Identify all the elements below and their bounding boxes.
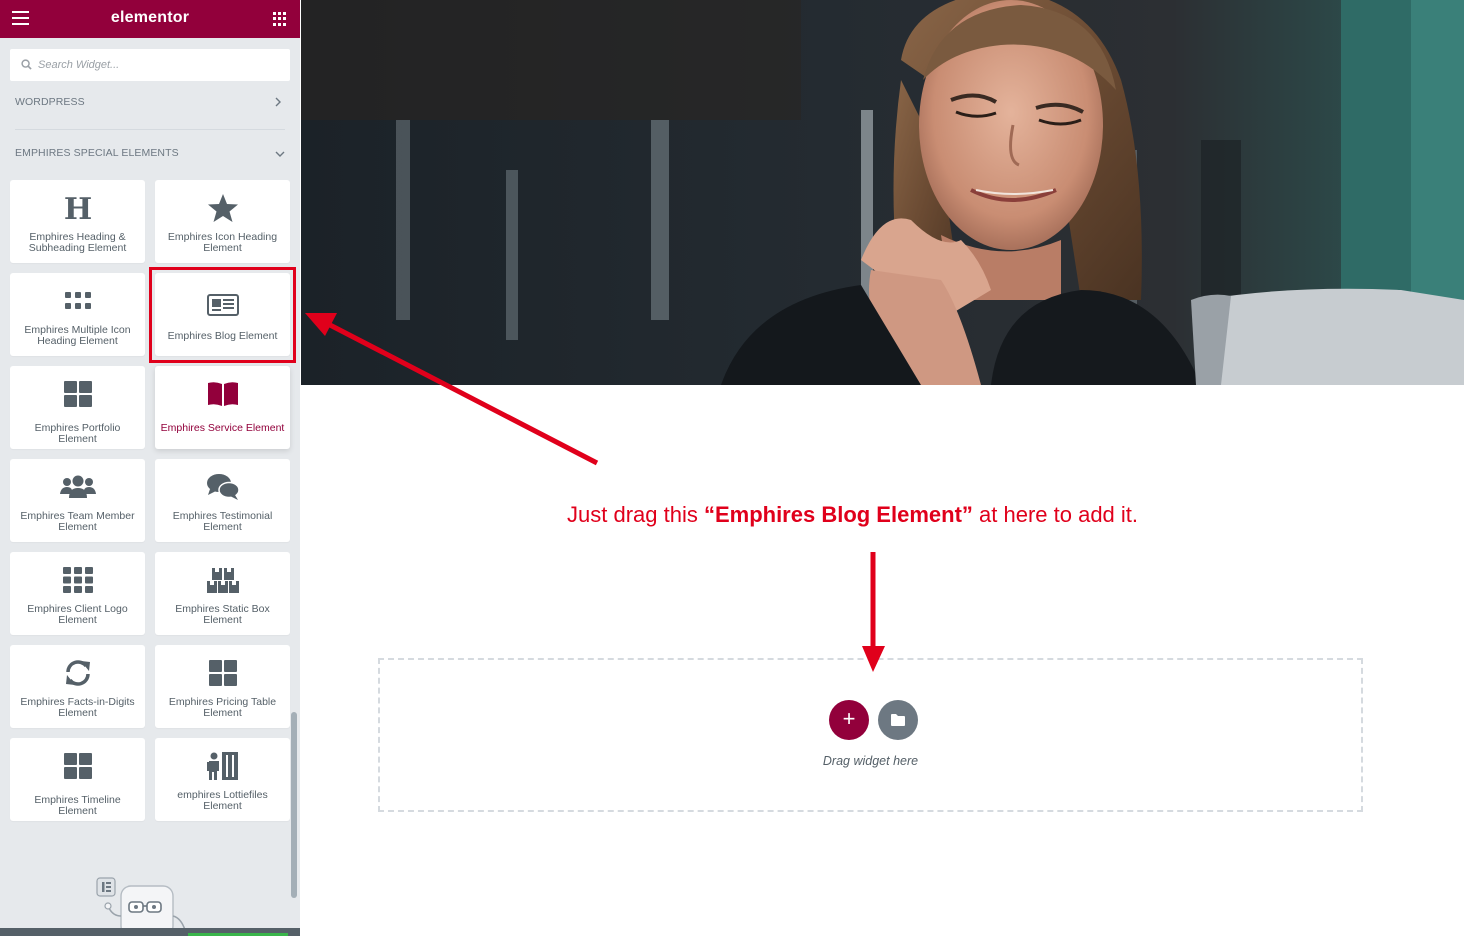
book-open-icon [155, 378, 290, 410]
widget-title: Emphires Static Box Element [175, 603, 270, 626]
instruction-prefix: Just drag this [567, 502, 704, 527]
search-icon [21, 59, 32, 70]
category-label: EMPHIRES SPECIAL ELEMENTS [15, 147, 179, 159]
drop-zone[interactable]: + Drag widget here [378, 658, 1363, 812]
widget-emphires-testimonial[interactable]: Emphires Testimonial Element [155, 459, 290, 542]
widget-emphires-pricing-table[interactable]: Emphires Pricing Table Element [155, 645, 290, 728]
widget-emphires-facts-in-digits[interactable]: Emphires Facts-in-Digits Element [10, 645, 145, 728]
category-emphires-special-elements[interactable]: EMPHIRES SPECIAL ELEMENTS [0, 139, 300, 169]
widget-title: Emphires Facts-in-Digits Element [20, 696, 135, 719]
widget-emphires-lottiefiles[interactable]: emphires Lottiefiles Element [155, 738, 290, 821]
boxes-icon [155, 564, 290, 596]
drop-zone-label: Drag widget here [822, 754, 919, 768]
person-door-icon [155, 750, 290, 782]
widget-panel: elementor WORDPRESS EMPHIRES SPECIAL ELE… [0, 0, 300, 936]
panel-scrollbar[interactable] [291, 712, 297, 898]
grid-icon[interactable] [273, 12, 287, 26]
svg-text:H: H [63, 194, 91, 222]
users-icon [10, 471, 145, 503]
brand-logo: elementor [110, 9, 190, 26]
th-icon [10, 564, 145, 596]
widget-title: Emphires Icon Heading Element [167, 231, 278, 254]
widget-emphires-timeline[interactable]: Emphires Timeline Element [10, 738, 145, 821]
dots-grid-icon [10, 285, 145, 317]
comments-icon [155, 471, 290, 503]
search-box [10, 49, 290, 81]
elementor-mascot-illustration [96, 877, 186, 936]
widget-emphires-service[interactable]: Emphires Service Element [155, 366, 290, 449]
widget-title: Emphires Heading & Subheading Element [28, 231, 127, 254]
widget-title: Emphires Pricing Table Element [168, 696, 277, 719]
heading-icon: H [10, 192, 145, 224]
th-large-icon [10, 378, 145, 410]
widget-emphires-blog[interactable]: Emphires Blog Element [155, 273, 290, 356]
widget-title: Emphires Testimonial Element [172, 510, 273, 533]
panel-footer [0, 928, 300, 936]
widget-emphires-portfolio[interactable]: Emphires Portfolio Element [10, 366, 145, 449]
chevron-right-icon [274, 97, 282, 110]
star-icon [155, 192, 290, 224]
category-label: WORDPRESS [15, 96, 85, 108]
category-wordpress[interactable]: WORDPRESS [0, 88, 300, 118]
widget-title: emphires Lottiefiles Element [177, 789, 268, 812]
widget-title: Emphires Blog Element [167, 330, 278, 342]
search-input[interactable] [38, 49, 278, 81]
widget-title: Emphires Team Member Element [20, 510, 135, 533]
chevron-down-icon [275, 149, 285, 161]
widget-emphires-static-box[interactable]: Emphires Static Box Element [155, 552, 290, 635]
widget-title: Emphires Service Element [160, 422, 285, 434]
editor-canvas: Just drag this “Emphires Blog Element” a… [300, 0, 1464, 936]
newspaper-icon [155, 289, 290, 321]
widget-title: Emphires Multiple Icon Heading Element [24, 324, 131, 347]
hero-photo-smiling-woman [301, 0, 1464, 385]
th-large-icon [155, 657, 290, 689]
sync-icon [10, 657, 145, 689]
th-large-icon [10, 750, 145, 782]
widget-emphires-client-logo[interactable]: Emphires Client Logo Element [10, 552, 145, 635]
instruction-suffix: at here to add it. [972, 502, 1139, 527]
widget-emphires-heading-subheading[interactable]: H Emphires Heading & Subheading Element [10, 180, 145, 263]
instruction-text: Just drag this “Emphires Blog Element” a… [567, 502, 1138, 528]
category-divider [15, 129, 285, 130]
widget-emphires-multiple-icon-heading[interactable]: Emphires Multiple Icon Heading Element [10, 273, 145, 356]
widget-emphires-icon-heading[interactable]: Emphires Icon Heading Element [155, 180, 290, 263]
widget-title: Emphires Client Logo Element [27, 603, 128, 626]
plus-icon[interactable]: + [829, 700, 869, 740]
widget-emphires-team-member[interactable]: Emphires Team Member Element [10, 459, 145, 542]
panel-header: elementor [0, 0, 300, 38]
widget-title: Emphires Timeline Element [34, 794, 121, 817]
instruction-emphasis: “Emphires Blog Element” [703, 502, 973, 527]
widget-title: Emphires Portfolio Element [34, 422, 121, 445]
folder-icon[interactable] [878, 700, 918, 740]
